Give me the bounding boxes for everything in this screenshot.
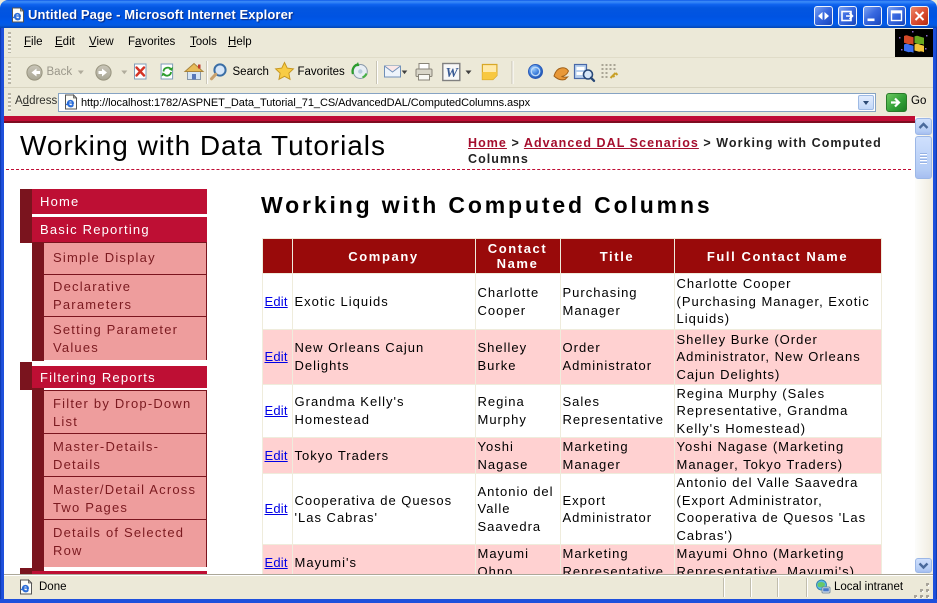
svg-text:W: W xyxy=(446,66,460,81)
